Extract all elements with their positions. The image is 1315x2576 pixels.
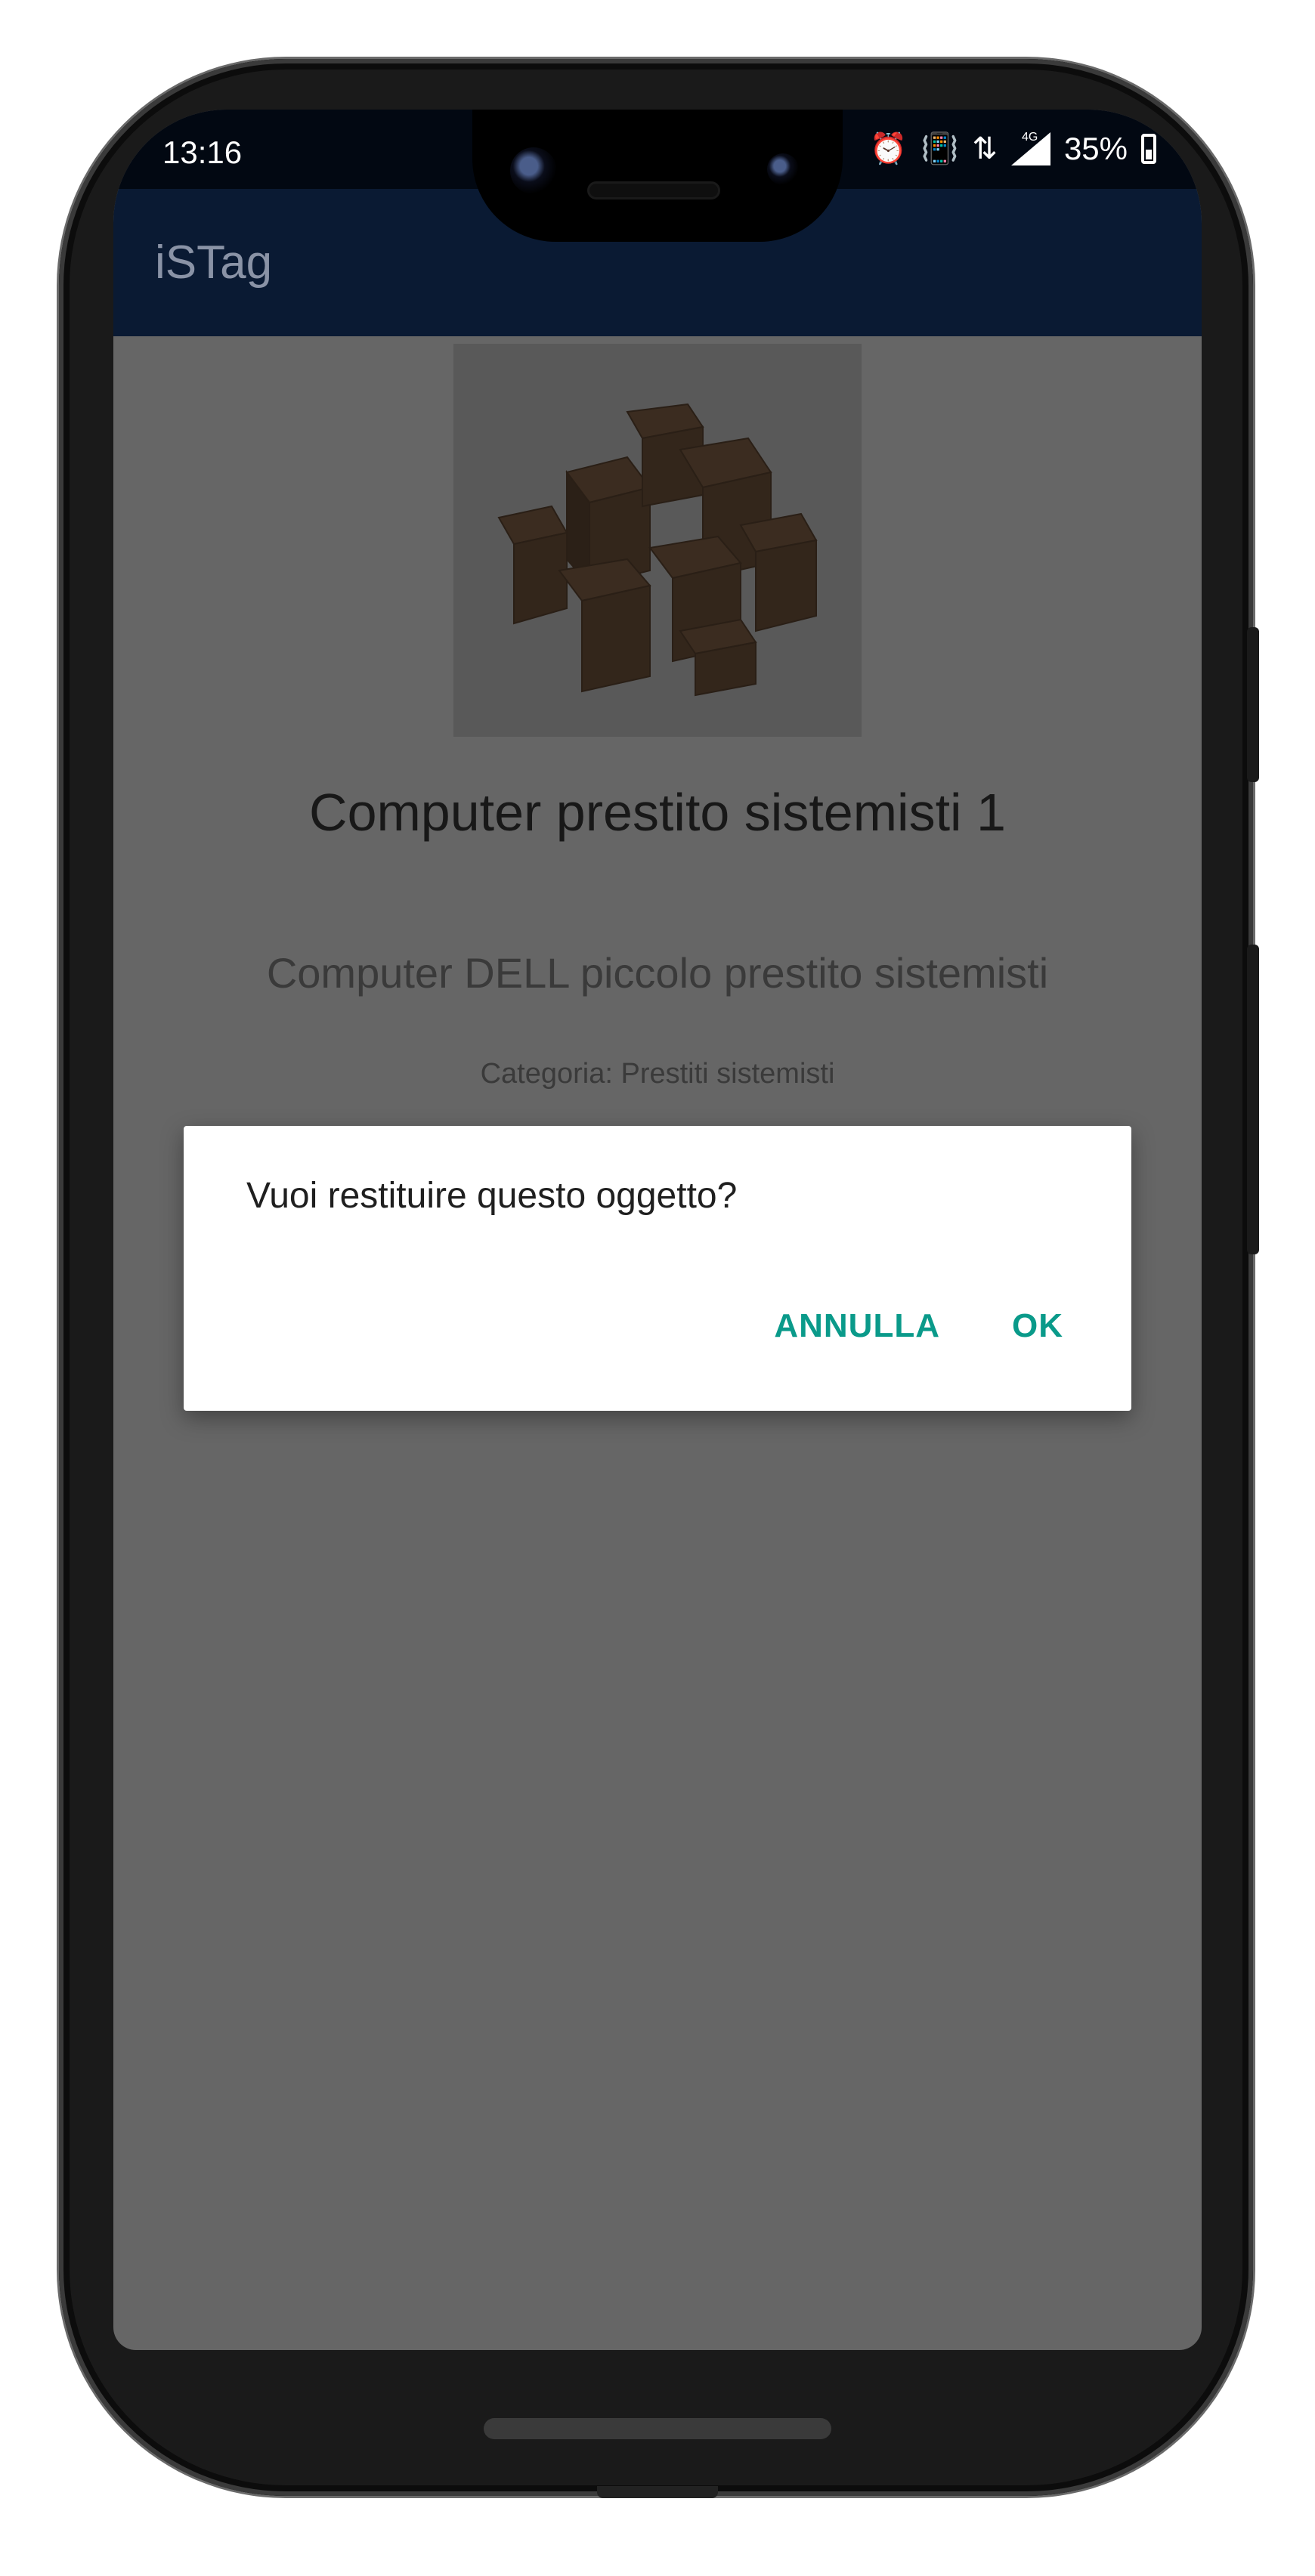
data-arrows-icon: ⇅ <box>972 132 998 165</box>
cancel-button[interactable]: ANNULLA <box>774 1307 940 1345</box>
dialog-actions: ANNULLA OK <box>774 1307 1063 1345</box>
earpiece-speaker <box>589 184 718 197</box>
battery-icon <box>1141 134 1156 164</box>
network-type: 4G <box>1021 131 1038 144</box>
ok-button[interactable]: OK <box>1012 1307 1063 1345</box>
status-time: 13:16 <box>162 135 243 170</box>
volume-button <box>1247 945 1259 1254</box>
alarm-icon: ⏰ <box>869 132 908 165</box>
battery-percent: 35% <box>1063 131 1128 166</box>
item-title: Computer prestito sistemisti 1 <box>309 783 1006 842</box>
front-camera-icon <box>510 147 557 194</box>
status-icons: ⏰ 📳 ⇅ 4G 35% <box>870 131 1156 167</box>
dialog-message: Vuoi restituire questo oggetto? <box>246 1176 738 1216</box>
item-category: Categoria: Prestiti sistemisti <box>480 1058 835 1090</box>
screen: 13:16 ⏰ 📳 ⇅ 4G 35% iSTag Computer presti… <box>113 110 1202 2350</box>
home-gesture-bar[interactable] <box>484 2418 831 2439</box>
signal-icon: 4G <box>1010 131 1050 165</box>
notch <box>472 110 843 242</box>
boxes-illustration <box>497 403 818 697</box>
front-sensor-icon <box>767 153 799 185</box>
return-confirm-dialog: Vuoi restituire questo oggetto? ANNULLA … <box>184 1126 1131 1411</box>
item-description: Computer DELL piccolo prestito sistemist… <box>266 949 1049 997</box>
app-title: iSTag <box>155 237 273 289</box>
vibrate-icon: 📳 <box>921 132 959 165</box>
power-button <box>1247 627 1259 782</box>
phone-bottom-port <box>597 2486 718 2498</box>
cardboard-boxes-image <box>453 344 862 737</box>
